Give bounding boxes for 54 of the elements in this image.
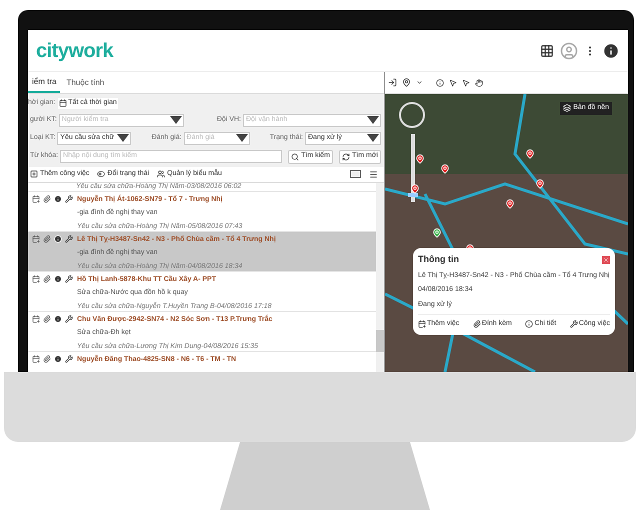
info-icon[interactable] <box>436 78 444 86</box>
map-marker-icon <box>535 179 545 189</box>
zoom-slider-thumb[interactable] <box>408 193 418 198</box>
wrench-icon[interactable] <box>65 315 73 323</box>
wrench-icon[interactable] <box>65 275 73 283</box>
map-marker-icon <box>410 184 420 194</box>
attachment-icon[interactable] <box>43 315 51 323</box>
users-icon <box>157 170 166 178</box>
caret-icon <box>236 134 248 142</box>
refresh-icon <box>342 152 350 160</box>
search-icon <box>291 152 300 160</box>
attachment-icon[interactable] <box>43 355 51 363</box>
wrench-icon <box>570 320 578 328</box>
menu-icon[interactable] <box>369 170 378 178</box>
wrench-icon[interactable] <box>65 355 73 363</box>
view-icon[interactable] <box>350 170 361 178</box>
map-marker-icon <box>415 154 425 164</box>
select-icon[interactable] <box>462 78 470 86</box>
layers-icon <box>563 104 572 112</box>
map-marker-icon <box>525 149 535 159</box>
popup-title: Thông tin <box>418 253 459 266</box>
toggle-icon <box>97 170 106 178</box>
calendar-icon <box>59 99 68 108</box>
attachment-icon <box>472 320 481 328</box>
caret-icon <box>367 116 379 124</box>
pan-control[interactable] <box>399 102 425 128</box>
attachment-icon[interactable] <box>43 195 51 203</box>
pointer-icon[interactable] <box>449 78 457 86</box>
chevron-icon[interactable] <box>416 79 423 86</box>
close-button[interactable] <box>602 256 610 264</box>
apps-icon[interactable] <box>540 44 554 58</box>
logo: citywork <box>36 38 114 64</box>
wrench-icon[interactable] <box>65 235 73 243</box>
wrench-icon[interactable] <box>65 195 73 203</box>
map-marker-icon <box>432 228 442 238</box>
attachment-icon[interactable] <box>43 235 51 243</box>
map-marker-icon <box>505 199 515 209</box>
calendar-icon <box>418 320 426 328</box>
caret-icon <box>117 134 130 142</box>
caret-icon <box>170 116 182 124</box>
calendar-icon[interactable] <box>32 315 40 323</box>
map-marker-icon <box>440 164 450 174</box>
info-icon <box>525 320 534 328</box>
location-icon[interactable] <box>402 78 411 87</box>
calendar-icon[interactable] <box>32 235 40 243</box>
calendar-icon[interactable] <box>32 195 40 203</box>
caret-icon <box>367 134 379 142</box>
hand-icon[interactable] <box>475 78 483 86</box>
add-icon <box>30 170 38 178</box>
tab[interactable]: Thuộc tính <box>62 73 108 93</box>
calendar-icon[interactable] <box>32 275 40 283</box>
exit-icon[interactable] <box>388 78 397 87</box>
calendar-icon[interactable] <box>32 355 40 363</box>
attachment-icon[interactable] <box>43 275 51 283</box>
